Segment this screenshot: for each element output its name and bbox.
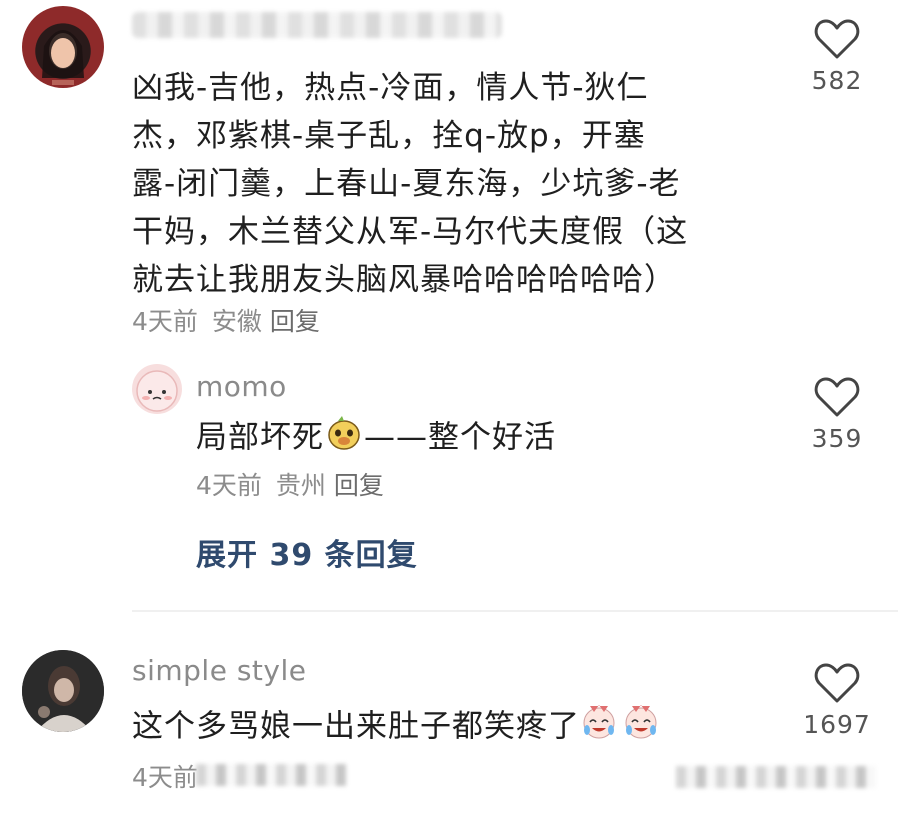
like-button[interactable]: 582 [792, 18, 882, 95]
comment-location: 安徽 [211, 307, 262, 336]
dog-face-emoji-icon [324, 412, 364, 466]
comment-text: 凶我-吉他，热点-冷面，情人节-狄仁 杰，邓紫棋-桌子乱，拴q-放p，开塞 露-… [132, 64, 782, 304]
like-count: 359 [811, 424, 863, 453]
reply-location: 贵州 [275, 471, 326, 500]
like-button[interactable]: 359 [792, 376, 882, 453]
like-count: 1697 [803, 710, 871, 739]
reply-text-before: 局部坏死 [196, 419, 324, 456]
reply-meta: 4天前 贵州 回复 [196, 466, 384, 502]
comment-meta: 4天前 安徽 回复 [132, 302, 320, 338]
expand-replies-button[interactable]: 展开 39 条回复 [196, 530, 418, 574]
username[interactable]: momo [196, 370, 287, 403]
comment-text: 这个多骂娘一出来肚子都笑疼了 [132, 702, 662, 754]
like-count: 582 [811, 66, 863, 95]
reply-text-after: ——整个好活 [364, 419, 556, 456]
reply-button[interactable]: 回复 [334, 471, 384, 500]
comment-line: 杰，邓紫棋-桌子乱，拴q-放p，开塞 [132, 118, 646, 154]
pink-bun-avatar-icon [136, 370, 178, 412]
comment-time: 4天前 [132, 307, 198, 336]
comment-meta: 4天前 [132, 758, 198, 794]
comment-line: 凶我-吉他，热点-冷面，情人节-狄仁 [132, 70, 649, 106]
reply-text: 局部坏死 ——整个好活 [196, 412, 556, 466]
blurred-watermark [676, 766, 876, 788]
comment-time: 4天前 [132, 763, 198, 792]
comment-line: 露-闭门羹，上春山-夏东海，少坑爹-老 [132, 166, 681, 202]
reply-button[interactable]: 回复 [270, 307, 320, 336]
comment-line: 干妈，木兰替父从军-马尔代夫度假（这 [132, 214, 689, 250]
like-button[interactable]: 1697 [792, 662, 882, 739]
heart-icon [814, 19, 860, 59]
avatar[interactable] [22, 650, 104, 732]
username-blurred[interactable] [132, 12, 502, 38]
heart-icon [814, 377, 860, 417]
comment-text-content: 这个多骂娘一出来肚子都笑疼了 [132, 708, 580, 745]
username[interactable]: simple style [132, 654, 306, 687]
avatar-image-icon [42, 30, 84, 85]
comment-line: 就去让我朋友头脑风暴哈哈哈哈哈哈） [132, 262, 676, 298]
dark-photo-avatar-icon [22, 650, 104, 732]
heart-icon [814, 663, 860, 703]
divider [132, 610, 898, 612]
avatar[interactable] [22, 6, 104, 88]
avatar[interactable] [132, 364, 182, 414]
blurred-location [196, 764, 346, 786]
laughing-crying-emoji-icon [580, 702, 662, 754]
reply-time: 4天前 [196, 471, 262, 500]
